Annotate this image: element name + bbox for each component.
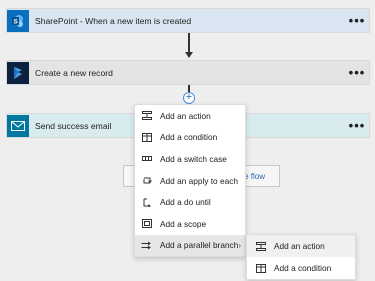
- arrow-down-icon: [185, 52, 193, 58]
- step-create-record[interactable]: Create a new record •••: [6, 60, 370, 85]
- menu-item-add-condition[interactable]: Add a condition: [135, 127, 245, 149]
- switch-icon: [141, 154, 152, 163]
- action-icon: [255, 241, 266, 251]
- step-title: Create a new record: [35, 67, 113, 78]
- submenu-item-label: Add an action: [274, 241, 325, 251]
- submenu-item-add-condition[interactable]: Add a condition: [247, 257, 355, 279]
- action-icon: [141, 111, 152, 121]
- flow-connector-1: [188, 33, 190, 53]
- menu-item-label: Add a condition: [160, 132, 218, 143]
- submenu-item-label: Add a condition: [274, 263, 332, 273]
- menu-item-label: Add an action: [160, 110, 211, 121]
- more-options-icon[interactable]: •••: [345, 14, 369, 27]
- menu-item-label: Add a switch case: [160, 153, 227, 164]
- dynamics-icon: [7, 61, 29, 84]
- menu-item-add-do-until[interactable]: Add a do until: [135, 191, 245, 213]
- parallel-branch-submenu: Add an action Add a condition: [246, 234, 356, 280]
- menu-item-label: Add a do until: [160, 197, 211, 208]
- menu-item-add-parallel-branch[interactable]: Add a parallel branch ›: [135, 234, 245, 257]
- condition-icon: [255, 263, 266, 273]
- sharepoint-icon: S: [7, 9, 29, 32]
- svg-text:S: S: [14, 18, 19, 25]
- step-sharepoint-trigger[interactable]: S SharePoint - When a new item is create…: [6, 8, 370, 33]
- menu-item-label: Add a parallel branch: [159, 240, 239, 251]
- scope-icon: [141, 219, 152, 229]
- mail-icon: [7, 114, 29, 137]
- insert-menu: Add an action Add a condition Add a swit…: [134, 104, 246, 258]
- chevron-right-icon: ›: [238, 240, 241, 250]
- insert-step-button[interactable]: +: [183, 92, 195, 104]
- condition-icon: [141, 132, 152, 142]
- more-options-icon[interactable]: •••: [345, 66, 369, 79]
- menu-item-add-scope[interactable]: Add a scope: [135, 213, 245, 235]
- parallel-icon: [141, 241, 152, 250]
- more-options-icon[interactable]: •••: [345, 119, 369, 132]
- menu-item-add-action[interactable]: Add an action: [135, 105, 245, 127]
- menu-item-label: Add a scope: [160, 218, 207, 229]
- do-until-icon: [141, 198, 152, 207]
- step-title: SharePoint - When a new item is created: [35, 15, 192, 26]
- submenu-item-add-action[interactable]: Add an action: [247, 235, 355, 257]
- menu-item-label: Add an apply to each: [160, 175, 238, 186]
- new-step-label: e flow: [244, 171, 265, 181]
- menu-item-add-apply-to-each[interactable]: Add an apply to each: [135, 170, 245, 192]
- menu-item-add-switch[interactable]: Add a switch case: [135, 148, 245, 170]
- loop-icon: [141, 176, 152, 185]
